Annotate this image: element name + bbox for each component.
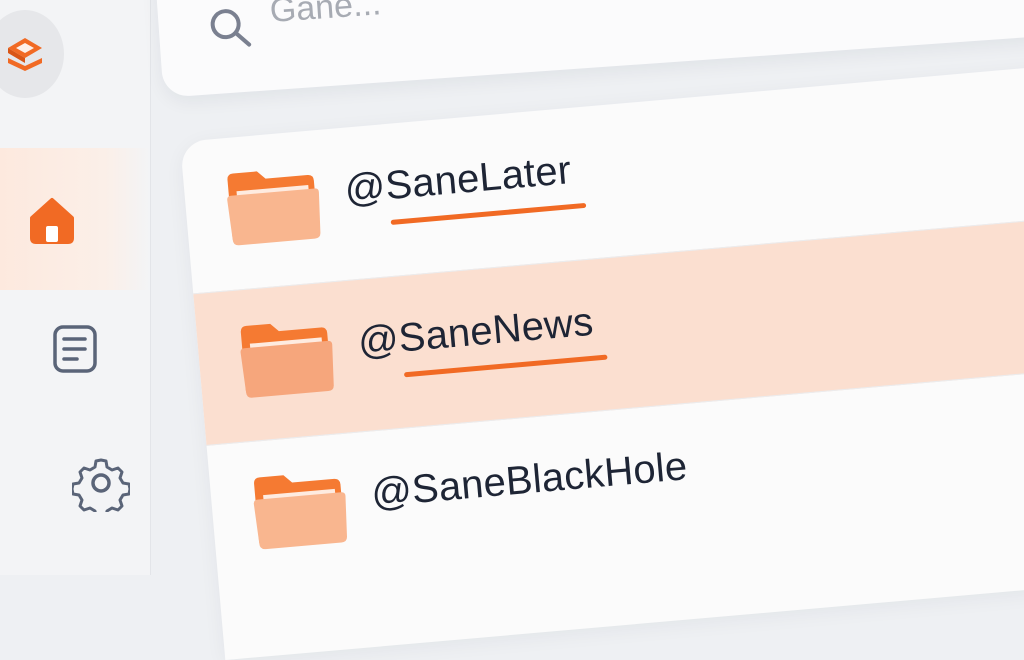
home-icon [30,198,74,244]
folder-label: @SaneBlackHole [369,444,689,516]
folder-icon [236,314,339,407]
search-input[interactable] [266,0,773,33]
folder-list: @SaneLater @SaneNews @SaneBlackHole [180,63,1024,660]
sidebar [0,0,151,575]
search-icon [210,9,252,47]
nav-notes[interactable] [42,316,108,382]
nav-home[interactable] [22,190,82,250]
document-icon [53,325,97,373]
stack-icon [8,38,42,71]
gear-icon [72,458,130,512]
folder-icon [249,466,352,559]
search-icon-container[interactable] [205,3,254,57]
folder-icon [223,162,326,255]
folder-label: @SaneNews [356,299,595,365]
nav-settings[interactable] [68,450,134,516]
app-logo[interactable] [0,10,64,98]
folder-label: @SaneLater [342,148,574,212]
